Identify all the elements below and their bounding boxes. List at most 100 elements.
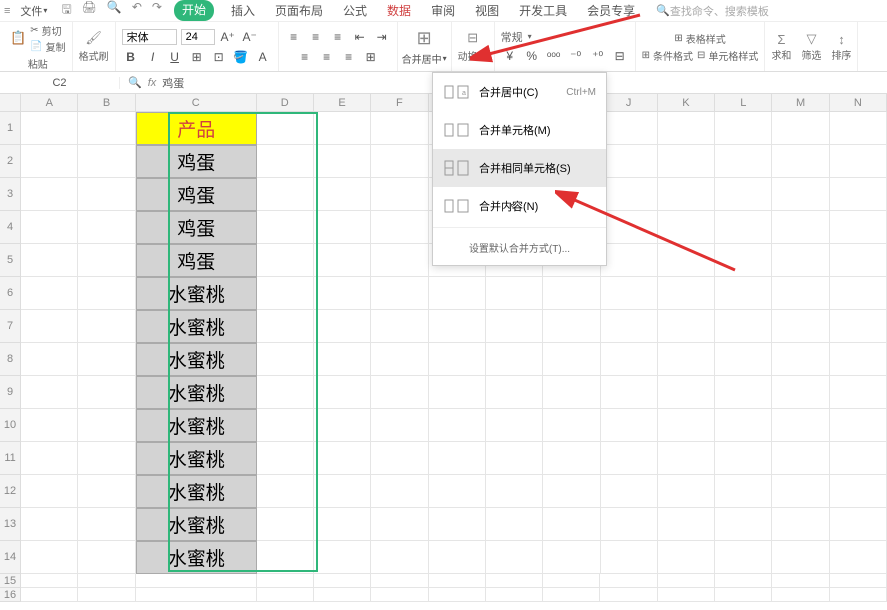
cell[interactable] [830,310,887,343]
cell[interactable] [830,475,887,508]
col-header[interactable]: B [78,94,135,112]
number-format-select[interactable]: 常规 [501,29,523,45]
comma-icon[interactable]: ᵒᵒᵒ [545,47,563,65]
cell[interactable] [78,178,135,211]
ribbon-wrap[interactable]: ⊟ 动换行 [452,22,495,71]
tab-review[interactable]: 审阅 [428,0,458,21]
cell[interactable] [543,409,600,442]
paste-label[interactable]: 粘贴 [28,56,48,71]
cell[interactable] [772,244,829,277]
cell[interactable] [543,588,600,602]
cell[interactable] [78,244,135,277]
file-menu[interactable]: 文件 ▾ [14,2,53,20]
cell[interactable] [658,588,715,602]
cell[interactable]: 产品 [136,112,257,145]
cell[interactable] [601,178,658,211]
orientation-icon[interactable]: ⊞ [362,48,380,66]
cell[interactable] [371,409,428,442]
cell[interactable] [543,541,600,574]
cell[interactable] [21,112,78,145]
cell[interactable] [830,211,887,244]
cell[interactable] [257,211,314,244]
cell[interactable] [21,508,78,541]
align-top-icon[interactable]: ≡ [285,28,303,46]
cell[interactable]: 水蜜桃 [136,277,257,310]
cell[interactable] [78,376,135,409]
cell[interactable] [314,442,371,475]
cell[interactable] [658,409,715,442]
cell[interactable] [543,442,600,475]
cell[interactable]: 水蜜桃 [136,376,257,409]
cell[interactable] [772,475,829,508]
cell[interactable] [715,588,772,602]
cell[interactable] [772,145,829,178]
search-box[interactable]: 🔍 查找命令、搜索模板 [656,3,769,19]
cell[interactable] [371,277,428,310]
cell[interactable] [715,178,772,211]
cell[interactable] [658,376,715,409]
cell[interactable] [314,178,371,211]
border-button[interactable]: ⊞ [188,48,206,66]
cell[interactable] [371,112,428,145]
cell[interactable] [658,310,715,343]
merge-cells-item[interactable]: 合并单元格(M) [433,111,606,149]
cell[interactable] [371,343,428,376]
decrease-font-icon[interactable]: A⁻ [241,28,259,46]
cell[interactable] [371,376,428,409]
cell[interactable] [314,145,371,178]
cell[interactable] [429,409,486,442]
cell[interactable] [658,112,715,145]
zoom-fx-icon[interactable]: 🔍 [128,76,142,89]
font-size-select[interactable] [181,29,215,45]
cell[interactable] [371,244,428,277]
cell[interactable] [78,541,135,574]
cell[interactable] [314,475,371,508]
align-bottom-icon[interactable]: ≡ [329,28,347,46]
cell[interactable] [78,211,135,244]
cell[interactable] [314,409,371,442]
cell[interactable] [78,277,135,310]
cell[interactable] [257,178,314,211]
cell[interactable] [486,574,543,588]
cell[interactable] [21,442,78,475]
cell[interactable] [21,376,78,409]
sum-icon[interactable]: Σ [777,32,785,47]
cell[interactable] [78,508,135,541]
row-header[interactable]: 2 [0,145,21,178]
cell[interactable] [715,475,772,508]
cell[interactable] [772,211,829,244]
cell[interactable] [601,475,658,508]
tab-dev[interactable]: 开发工具 [516,0,570,21]
cell[interactable] [772,178,829,211]
cell[interactable] [772,310,829,343]
cell[interactable]: 水蜜桃 [136,508,257,541]
cell[interactable] [257,442,314,475]
cell[interactable] [486,475,543,508]
row-header[interactable]: 8 [0,343,21,376]
cell[interactable] [830,574,887,588]
cell[interactable]: 水蜜桃 [136,475,257,508]
cell[interactable] [486,277,543,310]
cell[interactable] [830,277,887,310]
cell[interactable] [601,310,658,343]
cell[interactable] [429,508,486,541]
row-header[interactable]: 10 [0,409,21,442]
align-middle-icon[interactable]: ≡ [307,28,325,46]
cell[interactable] [601,442,658,475]
cell[interactable] [371,310,428,343]
cell[interactable] [78,145,135,178]
save-icon[interactable]: 🖫 [61,0,71,21]
cell[interactable] [257,409,314,442]
cell[interactable] [715,211,772,244]
row-header[interactable]: 7 [0,310,21,343]
cut-button[interactable]: ✂ 剪切 [30,23,65,38]
cell[interactable] [314,588,371,602]
cell[interactable] [486,409,543,442]
cell[interactable] [658,442,715,475]
row-header[interactable]: 3 [0,178,21,211]
cell[interactable] [136,588,257,602]
tab-view[interactable]: 视图 [472,0,502,21]
font-color-button[interactable]: A [254,48,272,66]
col-header[interactable]: E [314,94,371,112]
cell[interactable]: 水蜜桃 [136,442,257,475]
